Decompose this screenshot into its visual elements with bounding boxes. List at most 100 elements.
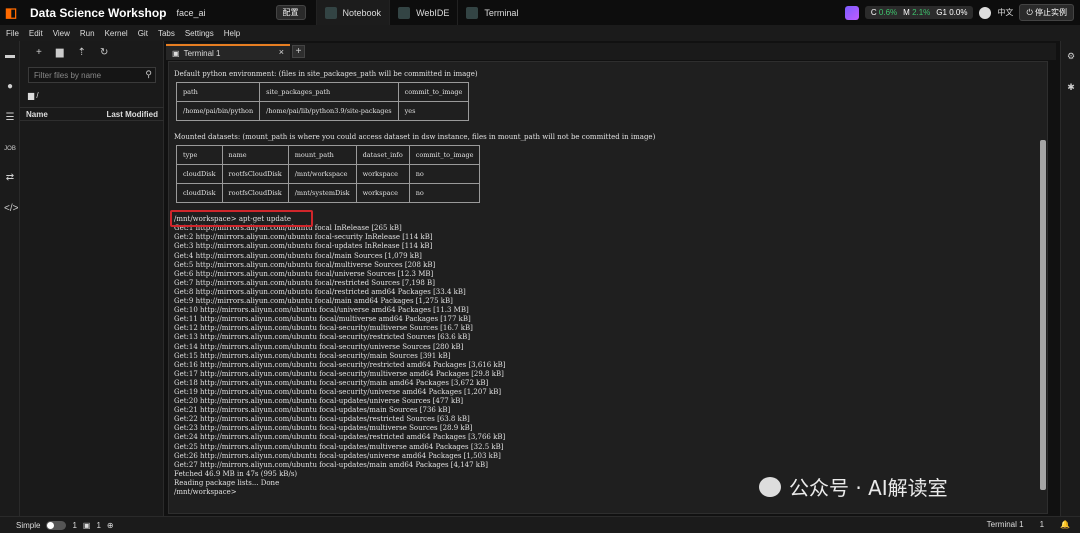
- terminal-output-line: Get:23 http://mirrors.aliyun.com/ubuntu …: [174, 424, 473, 433]
- filter-placeholder: Filter files by name: [34, 71, 102, 80]
- new-tab-button[interactable]: +: [292, 45, 305, 58]
- simple-mode-label: Simple: [16, 520, 41, 530]
- stop-instance-button[interactable]: ⏻ 停止实例: [1019, 4, 1074, 21]
- terminal-scrollbar[interactable]: [1039, 62, 1047, 513]
- terminal-output-line: Get:21 http://mirrors.aliyun.com/ubuntu …: [174, 406, 451, 415]
- env-header: Default python environment: (files in si…: [174, 70, 478, 78]
- table-row: cloudDisk rootfsCloudDisk /mnt/systemDis…: [176, 183, 481, 204]
- table-cell: /home/pai/lib/python3.9/site-packages: [259, 101, 399, 122]
- terminal-output-line: Get:10 http://mirrors.aliyun.com/ubuntu …: [174, 306, 469, 315]
- workspace-name: face_ai: [176, 7, 206, 18]
- menu-git[interactable]: Git: [138, 29, 148, 38]
- table-row: type name mount_path dataset_info commit…: [176, 145, 481, 166]
- terminal-output-line: Get:19 http://mirrors.aliyun.com/ubuntu …: [174, 387, 502, 396]
- editor-tab-strip: ▣ Terminal 1 × +: [166, 43, 1056, 60]
- menu-help[interactable]: Help: [224, 29, 240, 38]
- language-select[interactable]: 中文: [997, 7, 1013, 18]
- terminal-panel[interactable]: Default python environment: (files in si…: [168, 61, 1048, 514]
- search-icon: ⚲: [145, 69, 152, 79]
- terminal-output-line: Get:13 http://mirrors.aliyun.com/ubuntu …: [174, 333, 471, 342]
- status-tab-count: 1: [1039, 520, 1045, 529]
- table-cell: yes: [397, 101, 470, 122]
- status-bar: Simple 1 ▣ 1 ⊕ Terminal 1 1 🔔: [0, 516, 1080, 533]
- table-cell: rootfsCloudDisk: [221, 164, 289, 185]
- upload-icon[interactable]: ⇡: [78, 47, 86, 63]
- refresh-icon[interactable]: ↻: [100, 47, 108, 63]
- file-browser: + ▆ ⇡ ↻ Filter files by name ⚲ ▆ / Name …: [20, 41, 164, 516]
- close-icon[interactable]: ×: [279, 47, 284, 57]
- config-button[interactable]: 配置: [275, 5, 306, 20]
- terminal-output-line: Get:24 http://mirrors.aliyun.com/ubuntu …: [174, 433, 506, 442]
- terminal-output-line: Get:16 http://mirrors.aliyun.com/ubuntu …: [174, 360, 506, 369]
- tab-terminal-label: Terminal: [484, 7, 519, 18]
- assistant-icon[interactable]: [844, 5, 859, 20]
- menu-tabs[interactable]: Tabs: [158, 29, 175, 38]
- running-icon[interactable]: ●: [4, 81, 16, 93]
- breadcrumb[interactable]: ▆ /: [28, 91, 39, 100]
- cpu-value: 0.6%: [878, 8, 898, 17]
- table-cell: /home/pai/bin/python: [175, 101, 261, 122]
- tab-notebook-label: Notebook: [342, 7, 382, 18]
- folder-icon[interactable]: ▬: [4, 50, 16, 62]
- simple-mode-toggle[interactable]: [46, 520, 67, 530]
- filter-input[interactable]: Filter files by name ⚲: [28, 67, 156, 83]
- job-icon[interactable]: JOB: [4, 143, 16, 155]
- column-last-modified[interactable]: Last Modified: [106, 110, 158, 119]
- menu-kernel[interactable]: Kernel: [105, 29, 128, 38]
- menu-bar: File Edit View Run Kernel Git Tabs Setti…: [0, 25, 1080, 41]
- user-avatar-icon[interactable]: [979, 6, 992, 19]
- terminal-output-line: Get:11 http://mirrors.aliyun.com/ubuntu …: [174, 315, 471, 324]
- terminal-content: Default python environment: (files in si…: [170, 70, 1034, 497]
- file-list-header: Name Last Modified: [20, 107, 164, 121]
- table-cell: path: [175, 82, 261, 103]
- tab-notebook[interactable]: Notebook: [315, 0, 390, 25]
- bell-icon[interactable]: 🔔: [1060, 520, 1070, 529]
- column-name[interactable]: Name: [26, 110, 48, 119]
- code-icon[interactable]: </>: [4, 203, 18, 215]
- menu-edit[interactable]: Edit: [29, 29, 43, 38]
- toc-icon[interactable]: ☰: [4, 112, 16, 124]
- kernel-count: 1: [72, 520, 77, 530]
- new-folder-icon[interactable]: ▆: [56, 47, 64, 63]
- top-tabs: Notebook WebIDE Terminal: [315, 0, 527, 25]
- gpu-label: G: [936, 8, 943, 17]
- terminal-output-line: Get:5 http://mirrors.aliyun.com/ubuntu f…: [174, 260, 436, 269]
- table-row: path site_packages_path commit_to_image: [175, 82, 470, 103]
- menu-view[interactable]: View: [53, 29, 70, 38]
- table-cell: commit_to_image: [408, 145, 481, 166]
- stop-instance-label: 停止实例: [1035, 8, 1067, 17]
- right-sidebar: ⚙ ✱: [1060, 41, 1080, 516]
- tab-terminal-1[interactable]: ▣ Terminal 1 ×: [166, 44, 290, 60]
- gpu-value: 0.0%: [949, 8, 968, 17]
- debug-icon[interactable]: ✱: [1065, 81, 1077, 93]
- scrollbar-thumb[interactable]: [1040, 140, 1046, 490]
- terminal-output-line: Get:18 http://mirrors.aliyun.com/ubuntu …: [174, 378, 489, 387]
- resource-metrics[interactable]: C 0.6% M 2.1% G1 0.0%: [864, 6, 974, 19]
- app-logo-icon[interactable]: ◧: [0, 0, 22, 25]
- menu-run[interactable]: Run: [80, 29, 95, 38]
- terminal-icon: [466, 6, 479, 19]
- table-cell: site_packages_path: [259, 82, 399, 103]
- plus-icon[interactable]: +: [36, 47, 42, 63]
- terminal-output-line: Get:3 http://mirrors.aliyun.com/ubuntu f…: [174, 242, 433, 251]
- terminal-count-icon[interactable]: ▣: [83, 521, 91, 530]
- settings-icon[interactable]: ⚙: [1065, 50, 1077, 62]
- left-activity-bar: ▬ ● ☰ JOB ⇄ </>: [0, 41, 20, 516]
- top-bar: ◧ Data Science Workshop face_ai 配置 Noteb…: [0, 0, 1080, 25]
- tab-terminal[interactable]: Terminal: [457, 0, 526, 25]
- menu-file[interactable]: File: [6, 29, 19, 38]
- table-row: cloudDisk rootfsCloudDisk /mnt/workspace…: [176, 164, 481, 185]
- terminal-tab-label: Terminal 1: [183, 48, 221, 58]
- table-cell: cloudDisk: [176, 183, 223, 204]
- command-highlight-box: [170, 210, 313, 227]
- table-cell: workspace: [355, 164, 410, 185]
- terminal-output-line: Get:12 http://mirrors.aliyun.com/ubuntu …: [174, 324, 473, 333]
- tab-webide[interactable]: WebIDE: [389, 0, 457, 25]
- globe-icon[interactable]: ⊕: [107, 521, 114, 530]
- menu-settings[interactable]: Settings: [185, 29, 214, 38]
- mount-header: Mounted datasets: (mount_path is where y…: [174, 133, 656, 142]
- terminal-output-line: Get:6 http://mirrors.aliyun.com/ubuntu f…: [174, 269, 434, 278]
- file-toolbar: + ▆ ⇡ ↻: [20, 41, 163, 63]
- git-icon[interactable]: ⇄: [4, 172, 16, 184]
- terminal-output-line: Get:15 http://mirrors.aliyun.com/ubuntu …: [174, 351, 451, 360]
